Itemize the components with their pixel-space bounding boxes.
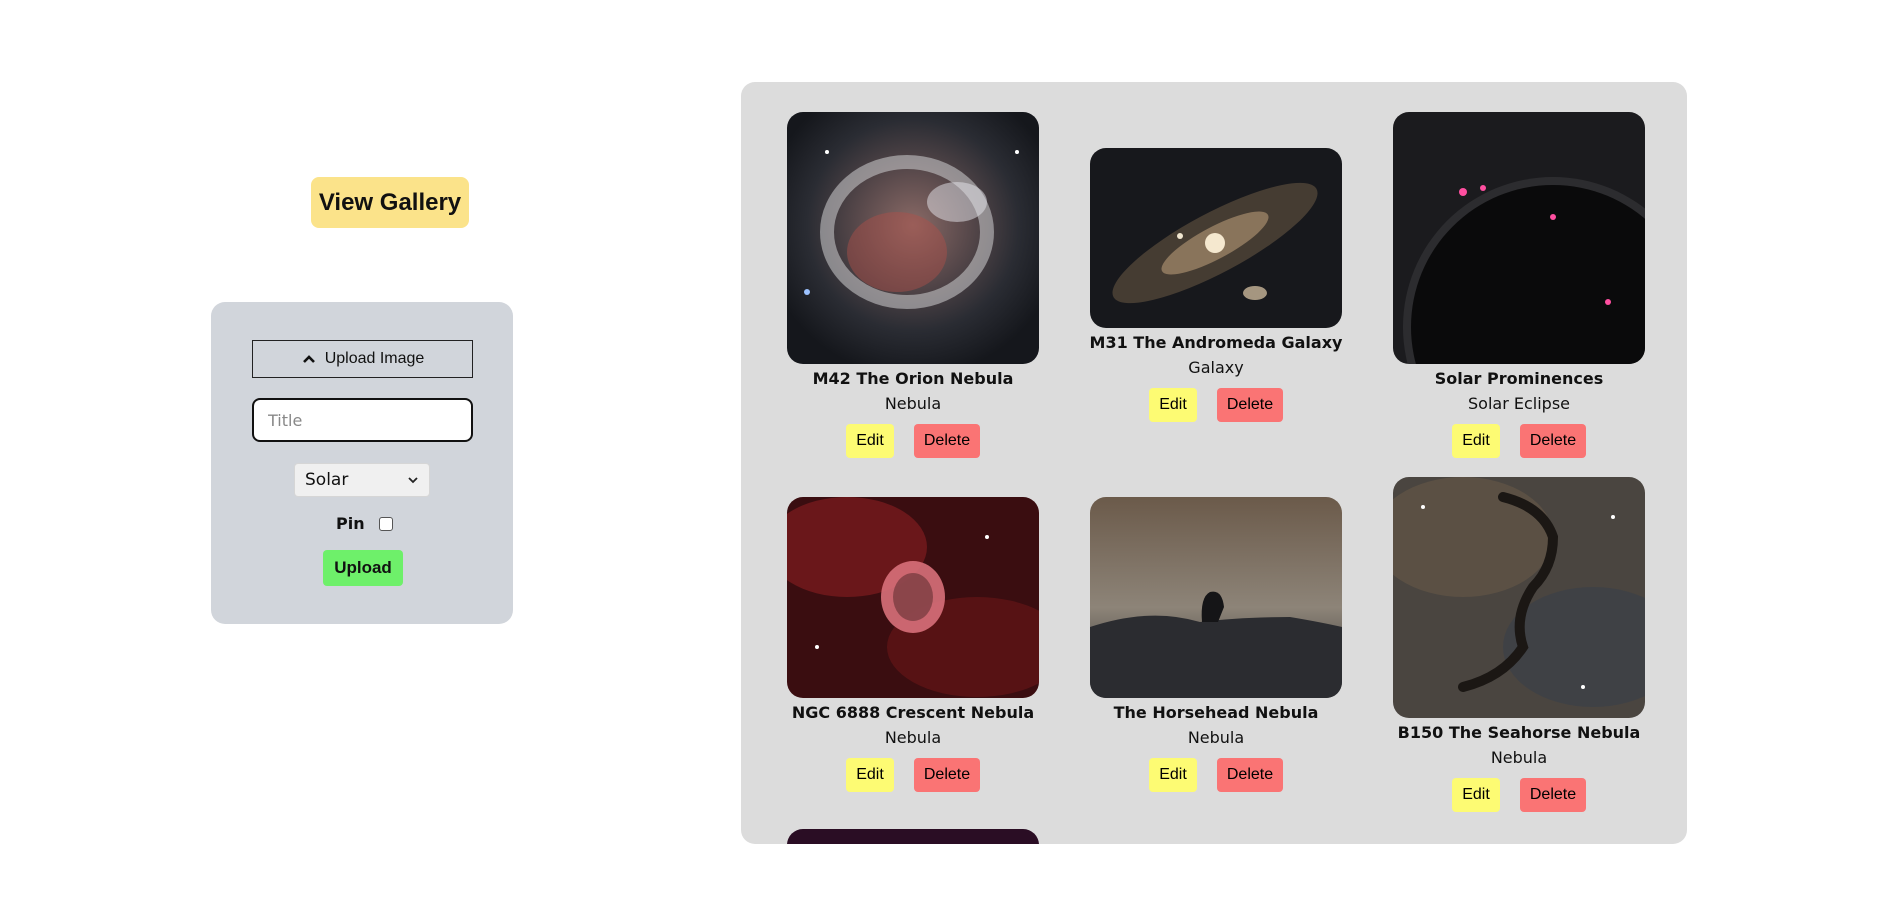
gallery-image[interactable] [787, 497, 1039, 698]
pin-label: Pin [336, 514, 365, 533]
delete-button[interactable]: Delete [1520, 778, 1586, 812]
gallery-card-title: M31 The Andromeda Galaxy [1089, 333, 1343, 352]
delete-button[interactable]: Delete [914, 758, 980, 792]
gallery-card: NGC 6888 Crescent Nebula Nebula Edit Del… [787, 497, 1039, 792]
edit-button[interactable]: Edit [1149, 388, 1197, 422]
delete-button[interactable]: Delete [1217, 388, 1283, 422]
gallery-card-title: Solar Prominences [1434, 369, 1604, 388]
gallery-card-category: Solar Eclipse [1468, 394, 1570, 413]
gallery-image[interactable] [787, 112, 1039, 364]
edit-button[interactable]: Edit [846, 758, 894, 792]
gallery-grid: M42 The Orion Nebula Nebula Edit Delete … [741, 82, 1687, 844]
chevron-up-icon [302, 355, 315, 363]
category-select[interactable]: Solar [294, 463, 430, 497]
category-select-value: Solar [305, 470, 349, 490]
gallery-card-category: Galaxy [1188, 358, 1244, 377]
gallery-card-title: The Horsehead Nebula [1113, 703, 1319, 722]
gallery-card-category: Nebula [884, 728, 942, 747]
gallery-image[interactable] [1090, 148, 1342, 328]
upload-form-panel: Upload Image Solar Pin Upload [211, 302, 513, 624]
upload-submit-button[interactable]: Upload [323, 550, 403, 586]
gallery-image[interactable] [787, 829, 1039, 844]
edit-button[interactable]: Edit [1452, 778, 1500, 812]
gallery-card: M31 The Andromeda Galaxy Galaxy Edit Del… [1090, 148, 1342, 422]
edit-button[interactable]: Edit [1149, 758, 1197, 792]
gallery-card-category: Nebula [1490, 748, 1548, 767]
chevron-down-icon [408, 477, 418, 484]
view-gallery-button[interactable]: View Gallery [311, 177, 469, 228]
gallery-card-category: Nebula [1187, 728, 1245, 747]
delete-button[interactable]: Delete [914, 424, 980, 458]
delete-button[interactable]: Delete [1520, 424, 1586, 458]
upload-image-toggle-button[interactable]: Upload Image [252, 340, 473, 378]
title-input[interactable] [252, 398, 473, 442]
pin-checkbox[interactable] [378, 516, 393, 531]
gallery-card-title: NGC 6888 Crescent Nebula [791, 703, 1035, 722]
gallery-card-title: B150 The Seahorse Nebula [1397, 723, 1641, 742]
upload-image-label: Upload Image [324, 350, 425, 367]
gallery-card: B150 The Seahorse Nebula Nebula Edit Del… [1393, 477, 1645, 812]
pin-row: Pin [336, 514, 393, 533]
edit-button[interactable]: Edit [1452, 424, 1500, 458]
gallery-card-category: Nebula [884, 394, 942, 413]
gallery-card: M42 The Orion Nebula Nebula Edit Delete [787, 112, 1039, 458]
gallery-card-title: M42 The Orion Nebula [812, 369, 1014, 388]
gallery-image[interactable] [1393, 477, 1645, 718]
edit-button[interactable]: Edit [846, 424, 894, 458]
gallery-card: Solar Prominences Solar Eclipse Edit Del… [1393, 112, 1645, 458]
gallery-image[interactable] [1090, 497, 1342, 698]
gallery-image[interactable] [1393, 112, 1645, 364]
delete-button[interactable]: Delete [1217, 758, 1283, 792]
gallery-card: The Horsehead Nebula Nebula Edit Delete [1090, 497, 1342, 792]
